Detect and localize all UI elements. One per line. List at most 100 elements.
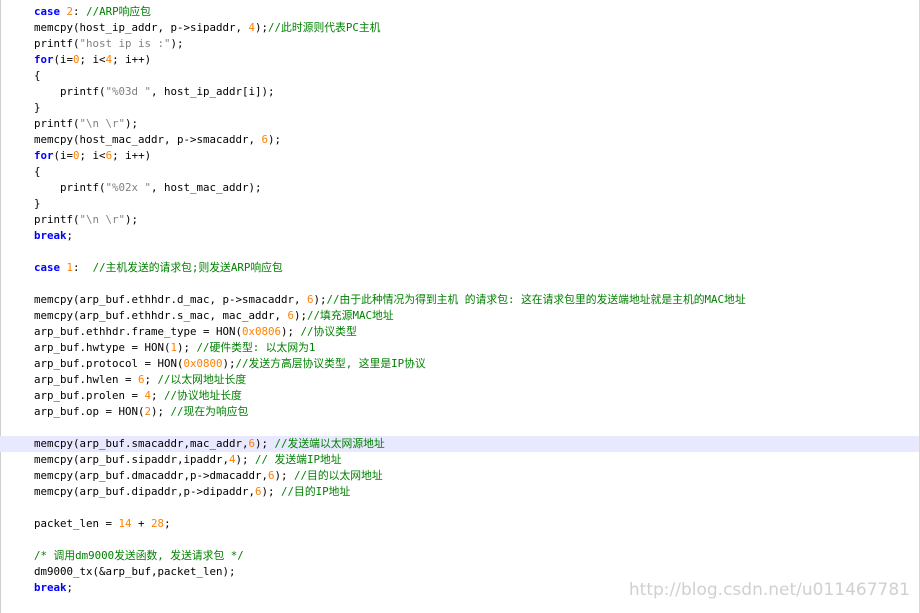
code-line[interactable]: arp_buf.prolen = 4; //协议地址长度 — [34, 388, 920, 404]
code-token: } — [34, 197, 41, 210]
comment-token: //硬件类型: 以太网为1 — [196, 341, 316, 354]
comment-token: //主机发送的请求包;则发送ARP响应包 — [92, 261, 283, 274]
code-token: ); — [294, 309, 308, 322]
code-line[interactable] — [34, 532, 920, 548]
code-token: packet_len = — [34, 517, 119, 530]
code-line[interactable] — [34, 276, 920, 292]
keyword-token: for — [34, 53, 54, 66]
string-token: "\n \r" — [79, 213, 126, 226]
code-line[interactable]: case 2: //ARP响应包 — [34, 4, 920, 20]
code-line[interactable]: printf("\n \r"); — [34, 212, 920, 228]
code-line[interactable]: for(i=0; i<4; i++) — [34, 52, 920, 68]
keyword-token: case — [34, 5, 61, 18]
code-token: ); — [255, 21, 269, 34]
code-line[interactable]: /* 调用dm9000发送函数, 发送请求包 */ — [34, 548, 920, 564]
code-token: ); — [125, 213, 139, 226]
code-area[interactable]: case 2: //ARP响应包 memcpy(host_ip_addr, p->… — [0, 4, 920, 596]
code-line[interactable]: memcpy(arp_buf.ethhdr.d_mac, p->smacaddr… — [34, 292, 920, 308]
code-token: ); — [281, 325, 301, 338]
keyword-token: break — [34, 581, 67, 594]
comment-token: //以太网地址长度 — [157, 373, 247, 386]
comment-token: //目的以太网地址 — [294, 469, 383, 482]
code-token: (i= — [53, 53, 74, 66]
number-token: 28 — [151, 517, 165, 530]
code-line[interactable]: memcpy(arp_buf.sipaddr,ipaddr,4); // 发送端… — [34, 452, 920, 468]
code-token: ; i< — [79, 53, 106, 66]
code-line[interactable] — [34, 500, 920, 516]
code-token: : — [73, 261, 93, 274]
code-line[interactable]: printf("%03d ", host_ip_addr[i]); — [34, 84, 920, 100]
code-token: arp_buf.hwtype = HON( — [34, 341, 171, 354]
code-line[interactable]: printf("host ip is :"); — [34, 36, 920, 52]
comment-token: // 发送端IP地址 — [255, 453, 342, 466]
number-token: 14 — [118, 517, 132, 530]
code-token: + — [131, 517, 152, 530]
code-token: ); — [222, 357, 236, 370]
code-token: printf( — [34, 213, 80, 226]
code-token: ); — [313, 293, 327, 306]
code-token: arp_buf.ethhdr.frame_type = HON( — [34, 325, 243, 338]
code-line[interactable]: memcpy(host_mac_addr, p->smacaddr, 6); — [34, 132, 920, 148]
code-token: ; — [151, 389, 165, 402]
keyword-token: for — [34, 149, 54, 162]
code-line[interactable]: memcpy(arp_buf.ethhdr.s_mac, mac_addr, 6… — [34, 308, 920, 324]
code-token: ); — [170, 37, 184, 50]
code-line[interactable]: printf("\n \r"); — [34, 116, 920, 132]
code-token: , host_ip_addr[i]); — [151, 85, 275, 98]
code-line[interactable]: arp_buf.ethhdr.frame_type = HON(0x0806);… — [34, 324, 920, 340]
comment-token: //此时源则代表PC主机 — [268, 21, 381, 34]
comment-token: //协议类型 — [300, 325, 357, 338]
string-token: "\n \r" — [79, 117, 126, 130]
code-line[interactable]: arp_buf.protocol = HON(0x0800);//发送方高层协议… — [34, 356, 920, 372]
code-line[interactable]: } — [34, 100, 920, 116]
code-token: ; — [66, 229, 74, 242]
code-token: ; — [66, 581, 74, 594]
code-line[interactable]: } — [34, 196, 920, 212]
comment-token: //发送方高层协议类型, 这里是IP协议 — [235, 357, 426, 370]
keyword-token: break — [34, 229, 67, 242]
code-token: ); — [255, 437, 275, 450]
code-line[interactable] — [34, 420, 920, 436]
code-line-current[interactable]: memcpy(arp_buf.smacaddr,mac_addr,6); //发… — [0, 436, 920, 452]
code-token: ); — [177, 341, 197, 354]
code-token: ; — [144, 373, 158, 386]
code-line[interactable]: memcpy(arp_buf.dmacaddr,p->dmacaddr,6); … — [34, 468, 920, 484]
code-line[interactable] — [34, 244, 920, 260]
code-editor[interactable]: case 2: //ARP响应包 memcpy(host_ip_addr, p->… — [0, 0, 920, 613]
code-line[interactable]: memcpy(host_ip_addr, p->sipaddr, 4);//此时… — [34, 20, 920, 36]
code-line[interactable]: dm9000_tx(&arp_buf,packet_len); — [34, 564, 920, 580]
code-line[interactable]: { — [34, 164, 920, 180]
code-line[interactable]: arp_buf.hwlen = 6; //以太网地址长度 — [34, 372, 920, 388]
number-token: 0x0800 — [183, 357, 223, 370]
comment-token: //填充源MAC地址 — [307, 309, 394, 322]
watermark: http://blog.csdn.net/u011467781 — [628, 580, 910, 600]
code-token: arp_buf.prolen = — [34, 389, 145, 402]
code-line[interactable]: for(i=0; i<6; i++) — [34, 148, 920, 164]
code-line[interactable]: case 1: //主机发送的请求包;则发送ARP响应包 — [34, 260, 920, 276]
code-token: memcpy(arp_buf.dmacaddr,p->dmacaddr, — [34, 469, 269, 482]
string-token: "host ip is :" — [79, 37, 171, 50]
code-token: ); — [125, 117, 139, 130]
code-token: memcpy(arp_buf.ethhdr.d_mac, p->smacaddr… — [34, 293, 308, 306]
code-token: ); — [235, 453, 256, 466]
code-token: { — [34, 165, 41, 178]
code-line[interactable]: arp_buf.op = HON(2); //现在为响应包 — [34, 404, 920, 420]
code-token: memcpy(arp_buf.sipaddr,ipaddr, — [34, 453, 230, 466]
code-token: memcpy(arp_buf.ethhdr.s_mac, mac_addr, — [34, 309, 288, 322]
code-line[interactable]: { — [34, 68, 920, 84]
code-line[interactable]: break; — [34, 228, 920, 244]
code-token: memcpy(host_ip_addr, p->sipaddr, — [34, 21, 249, 34]
code-line[interactable]: packet_len = 14 + 28; — [34, 516, 920, 532]
code-token: printf( — [34, 181, 106, 194]
code-line[interactable]: printf("%02x ", host_mac_addr); — [34, 180, 920, 196]
number-token: 0x0806 — [242, 325, 282, 338]
comment-token: //由于此种情况为得到主机 的请求包: 这在请求包里的发送端地址就是主机的MAC… — [326, 293, 746, 306]
code-token: ; i< — [79, 149, 106, 162]
comment-token: //ARP响应包 — [86, 5, 151, 18]
keyword-token: case — [34, 261, 61, 274]
code-token: memcpy(host_mac_addr, p->smacaddr, — [34, 133, 262, 146]
code-token: , host_mac_addr); — [151, 181, 262, 194]
editor-left-border — [0, 0, 1, 613]
code-line[interactable]: arp_buf.hwtype = HON(1); //硬件类型: 以太网为1 — [34, 340, 920, 356]
code-line[interactable]: memcpy(arp_buf.dipaddr,p->dipaddr,6); //… — [34, 484, 920, 500]
